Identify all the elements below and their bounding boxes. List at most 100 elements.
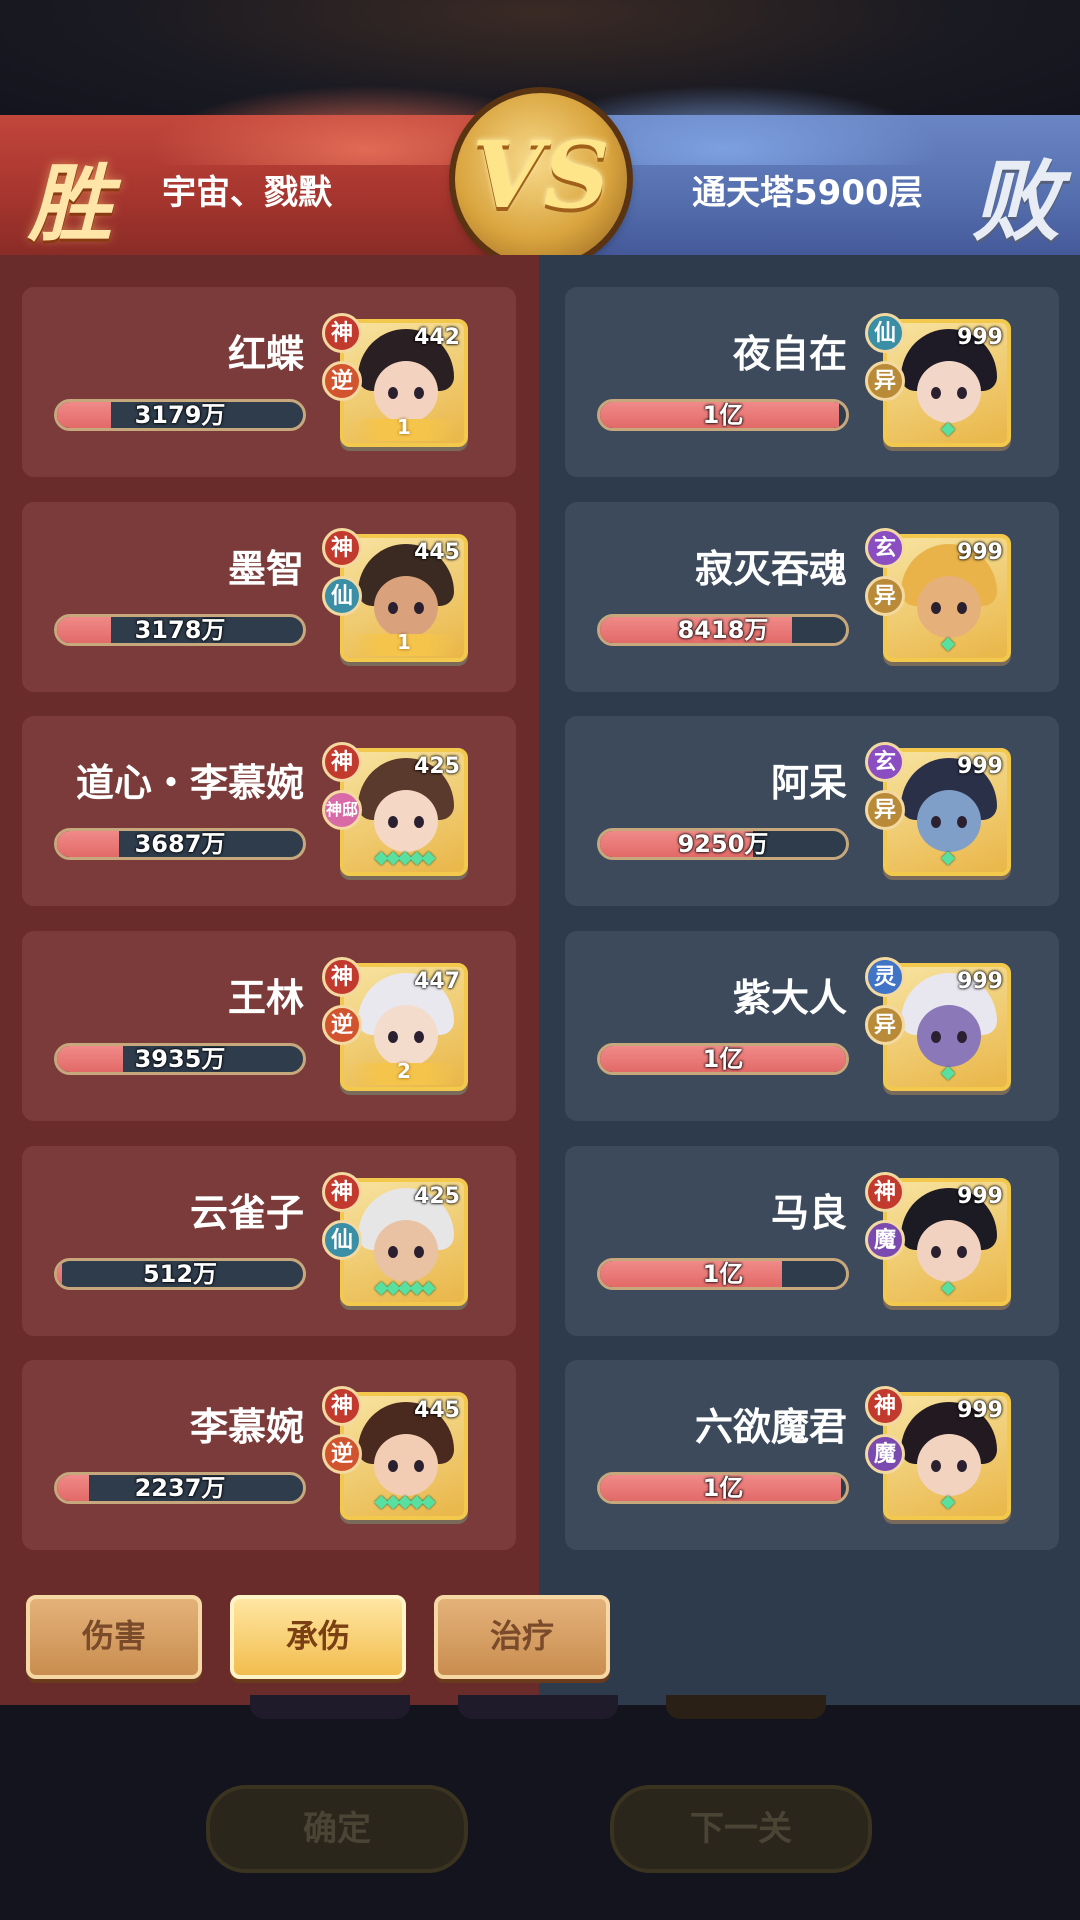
hero-eye (957, 602, 967, 614)
damage-value: 1亿 (702, 1474, 744, 1502)
left-team-name: 宇宙、戮默 (162, 173, 332, 213)
left-hero-card[interactable]: 李慕婉 2237万 445 ◆◆◆◆◆ 神逆 (22, 1360, 516, 1550)
left-hero-card[interactable]: 红蝶 3179万 442 1 神逆 (22, 287, 516, 477)
damage-value: 1亿 (702, 1045, 744, 1073)
damage-value: 9250万 (677, 830, 769, 858)
hero-eye (957, 1460, 967, 1472)
race-badge: 神 (322, 313, 362, 353)
hero-name: 马良 (770, 1191, 847, 1235)
hero-eye (931, 387, 941, 399)
gem-icon: ◆ (941, 1062, 955, 1083)
right-hero-card[interactable]: 马良 1亿 999 ◆ 神魔 (565, 1146, 1059, 1336)
damage-bar: 3935万 (54, 1043, 306, 1075)
hero-name: 夜自在 (732, 332, 847, 376)
race-badge: 神 (322, 742, 362, 782)
right-hero-card[interactable]: 夜自在 1亿 999 ◆ 仙异 (565, 287, 1059, 477)
race-badge: 神 (322, 1172, 362, 1212)
hero-face (374, 576, 438, 638)
hero-eye (414, 1460, 424, 1472)
hero-name: 红蝶 (227, 332, 304, 376)
race-badge: 神 (865, 1386, 905, 1426)
damage-bar: 1亿 (597, 1258, 849, 1290)
hero-face (374, 361, 438, 423)
right-hero-card[interactable]: 紫大人 1亿 999 ◆ 灵异 (565, 931, 1059, 1121)
hero-level: 442 (414, 325, 460, 350)
next-level-button[interactable]: 下一关 (610, 1785, 872, 1873)
hero-face (917, 576, 981, 638)
hero-eye (414, 816, 424, 828)
hero-eye (388, 387, 398, 399)
hero-eye (957, 1246, 967, 1258)
faction-badge: 异 (865, 576, 905, 616)
faction-badge: 异 (865, 790, 905, 830)
hero-eye (957, 387, 967, 399)
star-gems-icon: ◆◆◆◆◆ (374, 1491, 435, 1512)
race-badge: 玄 (865, 742, 905, 782)
hero-level: 425 (414, 1184, 460, 1209)
vs-label: VS (472, 121, 610, 229)
left-hero-card[interactable]: 云雀子 512万 425 ◆◆◆◆◆ 神仙 (22, 1146, 516, 1336)
hero-face (917, 790, 981, 852)
hero-level: 999 (957, 325, 1003, 350)
hero-eye (957, 816, 967, 828)
race-badge: 仙 (865, 313, 905, 353)
hero-face (374, 790, 438, 852)
faction-badge: 逆 (322, 1434, 362, 1474)
hero-eye (388, 602, 398, 614)
hero-face (917, 1005, 981, 1067)
blue-flame-decoration (580, 85, 940, 165)
hero-eye (414, 1031, 424, 1043)
star-gems-icon: ◆◆◆◆◆ (374, 1277, 435, 1298)
faction-badge: 仙 (322, 576, 362, 616)
hero-level: 445 (414, 540, 460, 565)
race-badge: 玄 (865, 528, 905, 568)
confirm-button[interactable]: 确定 (206, 1785, 468, 1873)
right-hero-card[interactable]: 阿呆 9250万 999 ◆ 玄异 (565, 716, 1059, 906)
hero-eye (414, 602, 424, 614)
star-gems-icon: ◆◆◆◆◆ (374, 847, 435, 868)
hero-level: 999 (957, 540, 1003, 565)
gem-icon: ◆ (941, 847, 955, 868)
tab-damage[interactable]: 伤害 (26, 1595, 202, 1679)
hidden-tab-shadow (458, 1695, 618, 1719)
hero-face (917, 1220, 981, 1282)
right-hero-card[interactable]: 寂灭吞魂 8418万 999 ◆ 玄异 (565, 502, 1059, 692)
awaken-rank: 1 (397, 415, 411, 439)
faction-badge: 逆 (322, 1005, 362, 1045)
right-hero-card[interactable]: 六欲魔君 1亿 999 ◆ 神魔 (565, 1360, 1059, 1550)
hero-name: 寂灭吞魂 (694, 547, 847, 591)
faction-badge: 神邸 (322, 790, 362, 830)
vs-emblem: VS (455, 93, 627, 265)
race-badge: 神 (322, 957, 362, 997)
hidden-tab-shadow (250, 1695, 410, 1719)
gem-icon: ◆ (941, 418, 955, 439)
left-hero-card[interactable]: 墨智 3178万 445 1 神仙 (22, 502, 516, 692)
damage-value: 3178万 (134, 616, 226, 644)
tab-healing[interactable]: 治疗 (434, 1595, 610, 1679)
tab-damage-taken[interactable]: 承伤 (230, 1595, 406, 1679)
hero-eye (931, 1031, 941, 1043)
faction-badge: 异 (865, 361, 905, 401)
damage-bar: 3178万 (54, 614, 306, 646)
hero-eye (957, 1031, 967, 1043)
damage-value: 512万 (142, 1260, 218, 1288)
hero-name: 六欲魔君 (694, 1405, 847, 1449)
race-badge: 神 (322, 1386, 362, 1426)
hero-level: 447 (414, 969, 460, 994)
hero-name: 王林 (227, 976, 304, 1020)
race-badge: 灵 (865, 957, 905, 997)
hero-face (374, 1005, 438, 1067)
hero-name: 李慕婉 (189, 1405, 304, 1449)
hero-eye (931, 1460, 941, 1472)
hero-eye (388, 816, 398, 828)
damage-bar: 9250万 (597, 828, 849, 860)
faction-badge: 仙 (322, 1220, 362, 1260)
damage-bar: 2237万 (54, 1472, 306, 1504)
left-hero-card[interactable]: 道心・李慕婉 3687万 425 ◆◆◆◆◆ 神神邸 (22, 716, 516, 906)
left-hero-card[interactable]: 王林 3935万 447 2 神逆 (22, 931, 516, 1121)
damage-bar: 512万 (54, 1258, 306, 1290)
bottom-dimmed-area: 确定 下一关 (0, 1695, 1080, 1920)
race-badge: 神 (865, 1172, 905, 1212)
hero-face (917, 1434, 981, 1496)
hero-level: 999 (957, 754, 1003, 779)
